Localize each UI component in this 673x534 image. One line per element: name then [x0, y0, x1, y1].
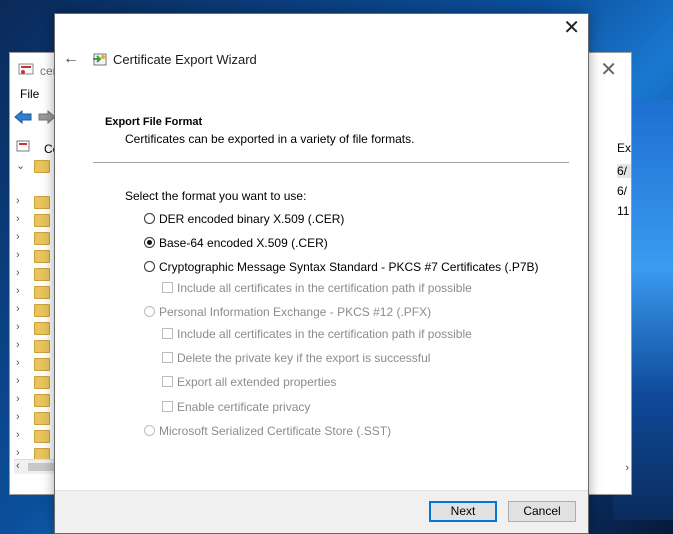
- option-pkcs7-label: Cryptographic Message Syntax Standard - …: [159, 260, 539, 274]
- chevron-right-icon[interactable]: ›: [16, 411, 20, 423]
- tree-item[interactable]: ⌄: [16, 157, 56, 175]
- menu-file[interactable]: File: [20, 87, 39, 101]
- scrollbar-thumb[interactable]: [28, 463, 56, 471]
- checkbox-pfx-include[interactable]: [162, 328, 173, 339]
- list-item[interactable]: 11: [617, 204, 631, 218]
- certificate-store-icon: [16, 140, 30, 152]
- chevron-right-icon[interactable]: ›: [16, 429, 20, 441]
- option-pfx-privacy-label: Enable certificate privacy: [177, 400, 311, 414]
- tree-item[interactable]: ›: [16, 427, 56, 445]
- chevron-right-icon[interactable]: ›: [16, 231, 20, 243]
- chevron-right-icon[interactable]: ›: [16, 393, 20, 405]
- section-description: Certificates can be exported in a variet…: [125, 132, 415, 146]
- tree-horizontal-scrollbar[interactable]: ‹: [14, 459, 56, 474]
- section-title: Export File Format: [105, 116, 203, 128]
- tree-root[interactable]: Cer: [16, 139, 63, 157]
- chevron-right-icon[interactable]: ›: [16, 339, 20, 351]
- chevron-right-icon[interactable]: ›: [16, 447, 20, 459]
- tree-item[interactable]: ›: [16, 193, 56, 211]
- next-button[interactable]: Next: [429, 501, 497, 522]
- radio-sst[interactable]: [144, 425, 155, 436]
- checkbox-pfx-export-props[interactable]: [162, 376, 173, 387]
- close-icon[interactable]: ✕: [563, 18, 580, 38]
- option-pfx-delete-key-label: Delete the private key if the export is …: [177, 351, 431, 365]
- tree-item[interactable]: ›: [16, 265, 56, 283]
- folder-icon: [34, 196, 50, 209]
- tree-item[interactable]: ›: [16, 409, 56, 427]
- checkbox-pfx-privacy[interactable]: [162, 401, 173, 412]
- chevron-right-icon[interactable]: ›: [16, 285, 20, 297]
- list-item[interactable]: 6/: [617, 184, 631, 198]
- list-item[interactable]: 6/: [617, 164, 631, 178]
- tree-item[interactable]: ›: [16, 283, 56, 301]
- folder-icon: [34, 322, 50, 335]
- option-pfx-label: Personal Information Exchange - PKCS #12…: [159, 305, 432, 319]
- checkbox-pkcs7-include[interactable]: [162, 282, 173, 293]
- back-arrow-icon[interactable]: [14, 110, 32, 124]
- folder-icon: [34, 412, 50, 425]
- scroll-right-icon[interactable]: ›: [625, 462, 629, 474]
- folder-icon: [34, 268, 50, 281]
- option-base64-label: Base-64 encoded X.509 (.CER): [159, 236, 328, 250]
- tree-item[interactable]: ›: [16, 247, 56, 265]
- folder-icon: [34, 376, 50, 389]
- chevron-down-icon[interactable]: ⌄: [16, 159, 25, 172]
- chevron-right-icon[interactable]: ›: [16, 249, 20, 261]
- option-der-label: DER encoded binary X.509 (.CER): [159, 212, 345, 226]
- wizard-title: Certificate Export Wizard: [113, 52, 257, 67]
- folder-icon: [34, 286, 50, 299]
- radio-pkcs7[interactable]: [144, 261, 155, 272]
- folder-icon: [34, 394, 50, 407]
- console-tree: Cer ⌄ › › › › › › › › › › › › › › ›: [10, 135, 63, 461]
- folder-icon: [34, 160, 50, 173]
- tree-item[interactable]: ›: [16, 391, 56, 409]
- certificate-console-icon: [18, 63, 34, 75]
- chevron-right-icon[interactable]: ›: [16, 357, 20, 369]
- chevron-right-icon[interactable]: ›: [16, 213, 20, 225]
- scroll-left-icon[interactable]: ‹: [16, 460, 20, 472]
- folder-icon: [34, 250, 50, 263]
- header-divider: [93, 162, 569, 163]
- tree-item[interactable]: ›: [16, 301, 56, 319]
- radio-pfx[interactable]: [144, 306, 155, 317]
- wizard-footer: Next Cancel: [55, 490, 588, 533]
- background-close-icon[interactable]: ✕: [600, 57, 617, 82]
- chevron-right-icon[interactable]: ›: [16, 267, 20, 279]
- column-header[interactable]: Ex: [617, 141, 631, 155]
- option-pfx-include-label: Include all certificates in the certific…: [177, 327, 472, 341]
- option-pfx-export-props-label: Export all extended properties: [177, 375, 337, 389]
- tree-item[interactable]: ›: [16, 337, 56, 355]
- folder-icon: [34, 214, 50, 227]
- tree-item[interactable]: ›: [16, 229, 56, 247]
- tree-item[interactable]: ›: [16, 373, 56, 391]
- option-pkcs7-include-label: Include all certificates in the certific…: [177, 281, 472, 295]
- folder-icon: [34, 358, 50, 371]
- tree-item[interactable]: ›: [16, 211, 56, 229]
- chevron-right-icon[interactable]: ›: [16, 375, 20, 387]
- certificate-wizard-icon: [93, 53, 107, 66]
- folder-icon: [34, 304, 50, 317]
- chevron-right-icon[interactable]: ›: [16, 321, 20, 333]
- chevron-right-icon[interactable]: ›: [16, 303, 20, 315]
- tree-item[interactable]: ›: [16, 319, 56, 337]
- option-sst-label: Microsoft Serialized Certificate Store (…: [159, 424, 392, 438]
- folder-icon: [34, 232, 50, 245]
- cancel-button[interactable]: Cancel: [508, 501, 576, 522]
- chevron-right-icon[interactable]: ›: [16, 195, 20, 207]
- format-prompt: Select the format you want to use:: [125, 189, 307, 203]
- radio-der[interactable]: [144, 213, 155, 224]
- radio-base64[interactable]: [144, 237, 155, 248]
- folder-icon: [34, 430, 50, 443]
- certificate-export-wizard-dialog: ✕ ← Certificate Export Wizard Export Fil…: [54, 13, 589, 534]
- checkbox-pfx-delete-key[interactable]: [162, 352, 173, 363]
- tree-item[interactable]: ›: [16, 355, 56, 373]
- back-arrow-icon[interactable]: ←: [63, 50, 79, 68]
- folder-icon: [34, 340, 50, 353]
